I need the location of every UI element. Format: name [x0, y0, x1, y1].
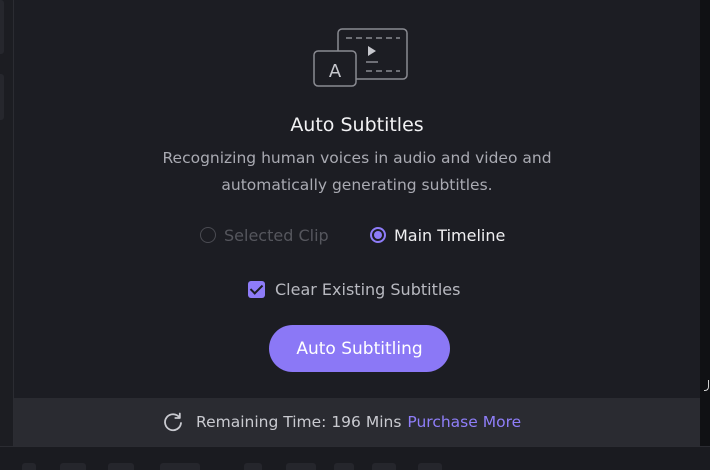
scope-radio-group: Selected Clip Main Timeline — [14, 224, 700, 246]
radio-circle-icon — [200, 227, 216, 243]
resize-corner-icon — [704, 380, 709, 391]
remaining-time-text: Remaining Time: 196 Mins — [196, 413, 402, 431]
refresh-icon[interactable] — [162, 411, 184, 433]
app-screen: A Auto Subtitles Recognizing human voice… — [0, 0, 710, 470]
toolbar-icon — [60, 463, 86, 470]
svg-text:A: A — [329, 61, 342, 82]
toolbar-icon — [160, 463, 200, 470]
selected-clip-radio[interactable]: Selected Clip — [200, 224, 329, 246]
toolbar-icon — [286, 463, 316, 470]
subtitle-icon: A — [313, 28, 408, 87]
description-line: Recognizing human voices in audio and vi… — [162, 149, 552, 167]
auto-subtitles-panel: A Auto Subtitles Recognizing human voice… — [14, 0, 700, 446]
toolbar-icon — [372, 463, 396, 470]
clear-existing-subtitles-label: Clear Existing Subtitles — [275, 279, 461, 299]
main-timeline-label: Main Timeline — [394, 225, 506, 245]
description-line: automatically generating subtitles. — [221, 176, 493, 194]
left-panel-tab — [0, 0, 4, 54]
toolbar-icon — [418, 463, 442, 470]
timeline-toolbar — [0, 446, 710, 470]
left-panel-edge — [0, 0, 14, 446]
panel-description: Recognizing human voices in audio and vi… — [104, 145, 610, 199]
toolbar-icon — [334, 463, 354, 470]
remaining-time-footer: Remaining Time: 196 Mins Purchase More — [14, 398, 700, 446]
main-timeline-radio[interactable]: Main Timeline — [370, 224, 505, 246]
radio-selected-icon — [370, 227, 386, 243]
purchase-more-link[interactable]: Purchase More — [407, 413, 521, 431]
right-panel-edge — [700, 0, 710, 446]
toolbar-icon — [108, 463, 134, 470]
auto-subtitling-button[interactable]: Auto Subtitling — [269, 325, 450, 372]
toolbar-icon — [22, 463, 36, 470]
checkbox-checked-icon[interactable] — [248, 280, 265, 298]
panel-title: Auto Subtitles — [290, 114, 424, 136]
left-panel-tab — [0, 74, 4, 120]
toolbar-icon — [244, 463, 262, 470]
selected-clip-label: Selected Clip — [224, 225, 329, 245]
clear-existing-subtitles-checkbox[interactable]: Clear Existing Subtitles — [248, 278, 460, 300]
